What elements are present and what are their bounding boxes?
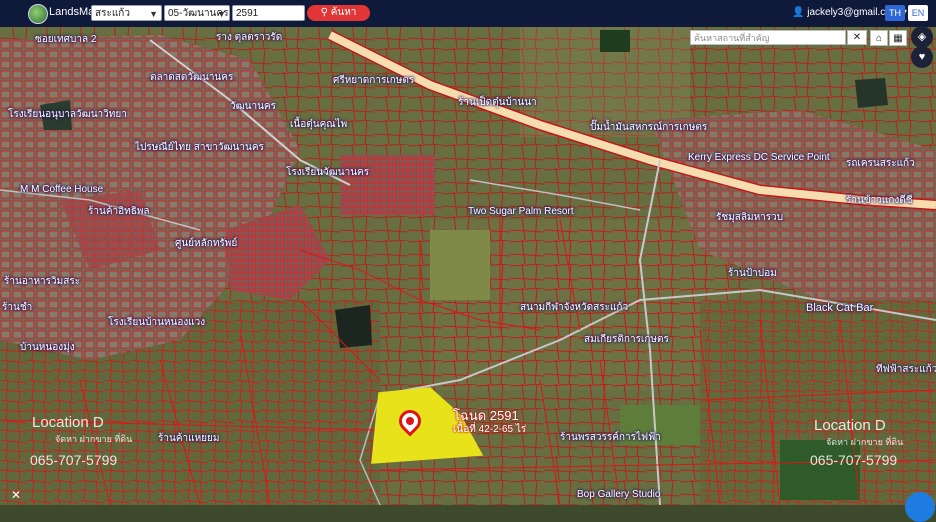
- map-label: ร้านพรสวรรค์การไฟฟ้า: [560, 432, 661, 443]
- location-pin-center: [406, 417, 414, 425]
- lang-th-button[interactable]: TH: [885, 5, 905, 21]
- watermark-phone-right: 065-707-5799: [810, 452, 898, 468]
- province-select[interactable]: สระแก้ว ▼: [91, 5, 162, 21]
- map-label: Bop Gallery Studio: [577, 489, 661, 500]
- chevron-down-icon: ▼: [149, 9, 158, 19]
- map-label: Two Sugar Palm Resort: [468, 206, 574, 217]
- map-label: รถเครนสระแก้ว: [846, 158, 915, 169]
- watermark-tagline-right: จัดหา ฝากขาย ที่ดิน: [826, 437, 904, 447]
- heart-icon[interactable]: ♥: [911, 46, 933, 68]
- map-label: ราง ตุลตราวรัด: [216, 32, 283, 43]
- map-label: โรงเรียนอนุบาลวัฒนาวิทยา: [8, 109, 127, 120]
- map-label: ทีฟฟ้าสระแก้ว: [876, 364, 936, 375]
- watermark-name-left: Location D: [32, 414, 104, 431]
- map-label: ตลาดสดวัฒนานคร: [150, 72, 234, 83]
- map-label: ปั๊มน้ำมันสหกรณ์การเกษตร: [590, 122, 708, 133]
- deed-number-input[interactable]: 2591: [232, 5, 305, 21]
- map-label: วัฒนานคร: [230, 101, 276, 112]
- user-icon: 👤: [792, 7, 805, 18]
- app-logo[interactable]: [28, 4, 48, 24]
- province-select-value: สระแก้ว: [95, 8, 130, 19]
- map-label: Kerry Express DC Service Point: [688, 152, 830, 163]
- map-label: ไปรษณีย์ไทย สาขาวัฒนานคร: [135, 142, 264, 153]
- chevron-down-icon: ▼: [217, 9, 226, 19]
- deed-number-value: 2591: [236, 8, 259, 19]
- map-label: ร้านข้าวแกงดีชี: [846, 195, 913, 206]
- map-label: ศรีหยาดการเกษตร: [333, 75, 415, 86]
- search-button[interactable]: ⚲ ค้นหา: [307, 5, 370, 21]
- floating-action-button[interactable]: [905, 492, 935, 522]
- grid-icon[interactable]: ▦: [889, 30, 907, 46]
- map-label: โรงเรียนวัฒนานคร: [286, 167, 370, 178]
- map-label: ศูนย์หลักทรัพย์: [175, 238, 238, 249]
- map-label: ซอยเทศบาล 2: [35, 34, 97, 45]
- map-label: สมเกียรติการเกษตร: [584, 334, 669, 345]
- map-label: M M Coffee House: [20, 184, 104, 195]
- map-label: ร้านค้าอิทธิพล: [88, 206, 150, 217]
- map-label: ร้านชำ: [2, 302, 33, 313]
- map-label: ร้านอาหารวิมสระ: [4, 276, 81, 287]
- map-label: สนามกีฬาจังหวัดสระแก้ว: [520, 302, 629, 313]
- watermark-tagline-left: จัดหา ฝากขาย ที่ดิน: [55, 434, 133, 444]
- layers-icon[interactable]: ◈: [911, 26, 933, 48]
- map-label: เนื้อตุ๋นคุณไพ: [290, 119, 348, 130]
- watermark-phone-left: 065-707-5799: [30, 452, 118, 468]
- district-select[interactable]: 05-วัฒนานคร ▼: [164, 5, 230, 21]
- lang-en-button[interactable]: EN: [908, 5, 928, 21]
- home-icon[interactable]: ⌂: [870, 30, 888, 46]
- parcel-area: เนื้อที่ 42-2-65 ไร่: [453, 424, 527, 435]
- watermark-name-right: Location D: [814, 417, 886, 434]
- map-label: ร้านป้าปอม: [728, 268, 777, 279]
- tools-icon[interactable]: ✕: [8, 487, 24, 503]
- search-icon: ⚲: [320, 7, 328, 18]
- map-label: รัชมุสลิมหารวบ: [716, 212, 784, 223]
- map-label: ร้านค้าแหยยม: [158, 433, 220, 444]
- close-icon[interactable]: ✕: [847, 30, 867, 45]
- map-label: โรงเรียนบ้านหนองแวง: [108, 317, 206, 328]
- map-label: บ้านหนองมุ่ง: [20, 342, 75, 353]
- search-button-label: ค้นหา: [330, 7, 357, 18]
- map-label: Black Cat Bar: [806, 302, 874, 314]
- top-header: LandsMaps สระแก้ว ▼ 05-วัฒนานคร ▼ 2591 ⚲…: [0, 0, 936, 27]
- place-search-input[interactable]: ค้นหาสถานที่สำคัญ: [690, 30, 846, 45]
- map-label: ร้านเป็ดตุ๋นบ้านนา: [458, 97, 537, 108]
